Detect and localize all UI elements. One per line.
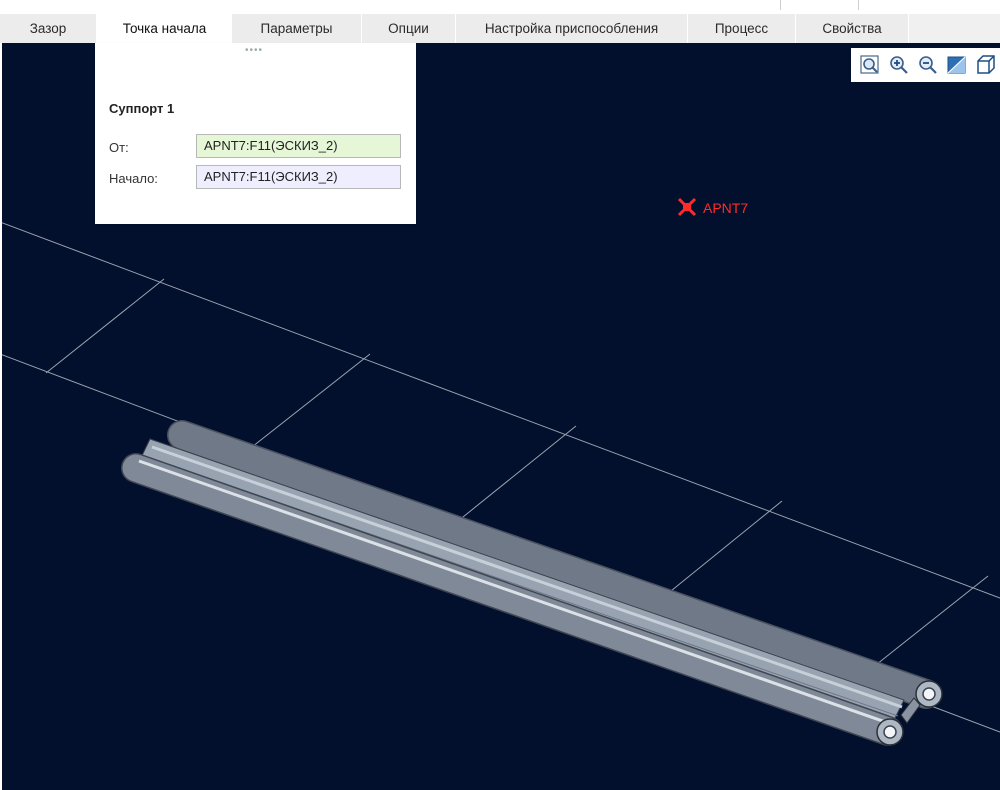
rail-part: [121, 420, 943, 746]
from-reference-field[interactable]: APNT7:F11(ЭСКИЗ_2): [196, 134, 401, 158]
shaded-display-icon[interactable]: [945, 53, 969, 77]
zoom-fit-icon[interactable]: [858, 53, 882, 77]
datum-point-icon[interactable]: [676, 196, 698, 223]
start-point-panel: •••• Суппорт 1 От: APNT7:F11(ЭСКИЗ_2) На…: [95, 43, 416, 224]
tab-gap[interactable]: Зазор: [0, 14, 97, 43]
from-label: От:: [109, 140, 129, 155]
tab-fixture-setup[interactable]: Настройка приспособления: [456, 14, 688, 43]
strip-separator: [780, 0, 781, 10]
strip-separator: [858, 0, 859, 10]
datum-point-label[interactable]: APNT7: [703, 200, 748, 216]
tab-process[interactable]: Процесс: [688, 14, 796, 43]
grid-line: [871, 575, 989, 669]
tab-options[interactable]: Опции: [362, 14, 456, 43]
grid-line: [45, 278, 165, 374]
start-label: Начало:: [109, 171, 158, 186]
tab-start-point[interactable]: Точка начала: [97, 14, 232, 45]
saved-views-icon[interactable]: [974, 53, 998, 77]
start-reference-field[interactable]: APNT7:F11(ЭСКИЗ_2): [196, 165, 401, 189]
view-toolbar: [851, 48, 1000, 82]
grid-line: [457, 425, 577, 522]
grid-line: [665, 500, 783, 596]
grid-line: [251, 353, 371, 448]
tab-properties[interactable]: Свойства: [796, 14, 909, 43]
tab-parameters[interactable]: Параметры: [232, 14, 362, 43]
panel-title: Суппорт 1: [109, 101, 175, 116]
top-strip: [0, 0, 1000, 14]
zoom-in-icon[interactable]: [887, 53, 911, 77]
tab-bar: Зазор Точка начала Параметры Опции Настр…: [0, 14, 1000, 45]
panel-drag-handle[interactable]: ••••: [245, 45, 263, 56]
zoom-out-icon[interactable]: [916, 53, 940, 77]
